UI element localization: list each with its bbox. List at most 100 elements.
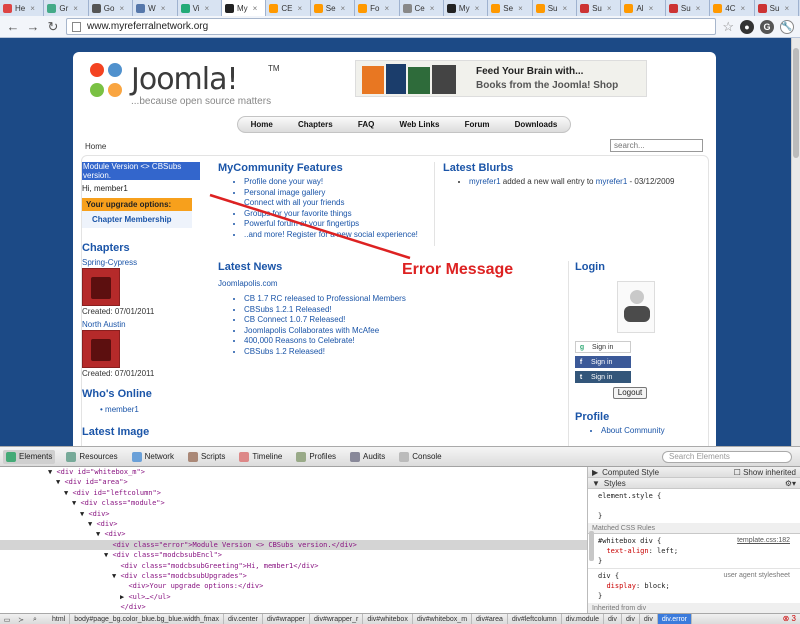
twitter-signin-button[interactable]: t Sign in — [575, 371, 631, 383]
tab-close-icon[interactable]: × — [518, 4, 523, 13]
dock-icon[interactable]: ▭ — [0, 616, 14, 624]
feature-item[interactable]: Connect with all your friends — [244, 198, 428, 209]
dom-breadcrumb-item[interactable]: div.error — [657, 613, 692, 624]
devtools-tab-elements[interactable]: Elements — [3, 449, 56, 464]
rule-source-link[interactable]: template.css:182 — [737, 536, 790, 546]
feature-item[interactable]: Groups for your favorite things — [244, 209, 428, 220]
devtools-tab-scripts[interactable]: Scripts — [185, 450, 228, 464]
dom-breadcrumb-item[interactable]: div.center — [224, 613, 263, 624]
dom-breadcrumb-item[interactable]: div#leftcolumn — [508, 613, 562, 624]
tab-close-icon[interactable]: × — [696, 4, 701, 13]
menu-item-downloads[interactable]: Downloads — [515, 120, 558, 129]
dom-node[interactable]: ▼ <div class="modcbsubEncl"> — [0, 550, 587, 560]
chapter-image[interactable] — [82, 268, 120, 306]
page-scrollbar[interactable] — [791, 38, 800, 446]
browser-tab[interactable]: Su × — [577, 0, 622, 16]
news-item-link[interactable]: CB 1.7 RC released to Professional Membe… — [244, 294, 558, 305]
rule-property[interactable]: display — [606, 582, 636, 590]
browser-tab[interactable]: 4C × — [710, 0, 755, 16]
dom-node[interactable]: ▼ <div> — [0, 519, 587, 529]
styles-gear-icon[interactable]: ⚙▾ — [785, 479, 796, 488]
dom-node[interactable]: <div>Your upgrade options:</div> — [0, 581, 587, 591]
feature-item[interactable]: Profile done your way! — [244, 177, 428, 188]
tab-close-icon[interactable]: × — [297, 4, 302, 13]
tab-close-icon[interactable]: × — [384, 4, 389, 13]
browser-tab[interactable]: Vi × — [177, 0, 222, 16]
dom-node[interactable]: ▼ <div> — [0, 509, 587, 519]
wrench-menu-icon[interactable]: 🔧 — [780, 19, 794, 34]
tab-close-icon[interactable]: × — [562, 4, 567, 13]
tab-close-icon[interactable]: × — [30, 4, 35, 13]
tab-close-icon[interactable]: × — [253, 4, 258, 13]
browser-tab[interactable]: CE × — [266, 0, 311, 16]
console-toggle-icon[interactable]: ≻ — [14, 616, 28, 624]
tab-close-icon[interactable]: × — [119, 4, 124, 13]
dom-breadcrumb-item[interactable]: div — [622, 613, 640, 624]
dom-breadcrumb-item[interactable]: body#page_bg.color_blue.bg_blue.width_fm… — [70, 613, 225, 624]
rule-value[interactable]: left; — [657, 547, 678, 555]
show-inherited-checkbox[interactable]: ☐ Show inherited — [734, 468, 796, 477]
dom-node[interactable]: <div class="modcbsubGreeting">Hi, member… — [0, 561, 587, 571]
tab-close-icon[interactable]: × — [607, 4, 612, 13]
browser-tab[interactable]: Su × — [665, 0, 711, 16]
tab-close-icon[interactable]: × — [649, 4, 654, 13]
dom-node[interactable]: ▼ <div id="area"> — [0, 477, 587, 487]
dom-breadcrumb-item[interactable]: html — [48, 613, 71, 624]
devtools-search-input[interactable]: Search Elements — [662, 451, 792, 463]
browser-tab[interactable]: W × — [133, 0, 178, 16]
browser-tab[interactable]: Ce × — [399, 0, 444, 16]
tab-close-icon[interactable]: × — [475, 4, 480, 13]
upgrade-item-link[interactable]: Chapter Membership — [82, 211, 192, 228]
dom-breadcrumb-item[interactable]: div.module — [562, 613, 604, 624]
devtools-tab-network[interactable]: Network — [129, 450, 177, 464]
menu-item-web-links[interactable]: Web Links — [400, 120, 440, 129]
tab-close-icon[interactable]: × — [73, 4, 78, 13]
error-count[interactable]: ⊗ 3 — [783, 614, 796, 623]
browser-tab[interactable]: Su × — [532, 0, 578, 16]
tab-close-icon[interactable]: × — [205, 4, 210, 13]
online-user-name[interactable]: member1 — [105, 405, 139, 414]
dom-node[interactable]: </div> — [0, 602, 587, 612]
dom-breadcrumb-item[interactable]: div#wrapper — [263, 613, 310, 624]
browser-tab[interactable]: Gr × — [44, 0, 89, 16]
inspect-icon[interactable]: ⌕ — [28, 616, 42, 624]
tab-close-icon[interactable]: × — [341, 4, 346, 13]
tab-close-icon[interactable]: × — [430, 4, 435, 13]
news-item-link[interactable]: CBSubs 1.2.1 Released! — [244, 305, 558, 316]
address-url[interactable]: www.myreferralnetwork.org — [87, 21, 208, 32]
dom-node[interactable]: ▼ <div class="module"> — [0, 498, 587, 508]
shop-banner[interactable]: Feed Your Brain with... Books from the J… — [355, 60, 647, 97]
dom-node[interactable]: ▼ <div id="leftcolumn"> — [0, 488, 587, 498]
bookmark-star-icon[interactable]: ☆ — [722, 19, 734, 35]
browser-tab[interactable]: My × — [221, 0, 267, 16]
menu-item-chapters[interactable]: Chapters — [298, 120, 333, 129]
news-source-link[interactable]: Joomlapolis.com — [218, 279, 558, 288]
address-bar[interactable]: www.myreferralnetwork.org — [66, 18, 717, 35]
facebook-signin-button[interactable]: f Sign in — [575, 356, 631, 368]
forward-arrow-icon[interactable]: → — [26, 19, 40, 34]
dom-node[interactable]: ▼ <div class="modcbsubUpgrades"> — [0, 571, 587, 581]
extension-icon[interactable]: ● — [740, 19, 754, 34]
devtools-tab-audits[interactable]: Audits — [347, 450, 388, 464]
breadcrumb[interactable]: Home — [85, 142, 106, 151]
joomla-logo[interactable]: Joomla! TM ...because open source matter… — [85, 60, 285, 110]
rule-property[interactable]: text-align — [606, 547, 648, 555]
tab-close-icon[interactable]: × — [740, 4, 745, 13]
browser-tab[interactable]: Se × — [310, 0, 356, 16]
dom-breadcrumb-item[interactable]: div#area — [472, 613, 508, 624]
dom-breadcrumb-item[interactable]: div#whitebox_m — [413, 613, 473, 624]
back-arrow-icon[interactable]: ← — [6, 19, 20, 34]
logout-button[interactable]: Logout — [613, 387, 647, 399]
dom-breadcrumb-item[interactable]: div — [604, 613, 622, 624]
menu-item-home[interactable]: Home — [251, 120, 273, 129]
blurb-user-link[interactable]: myrefer1 — [469, 177, 501, 186]
browser-tab[interactable]: Go × — [88, 0, 134, 16]
chapter-link[interactable]: North Austin — [82, 320, 204, 329]
google-signin-button[interactable]: g Sign in — [575, 341, 631, 353]
dom-breadcrumb-item[interactable]: div#whitebox — [363, 613, 413, 624]
browser-tab[interactable]: Al × — [621, 0, 666, 16]
feature-item[interactable]: ..and more! Register for a new social ex… — [244, 230, 428, 241]
extension-g-icon[interactable]: G — [760, 19, 774, 34]
chapter-link[interactable]: Spring-Cypress — [82, 258, 204, 267]
news-item-link[interactable]: CBSubs 1.2 Released! — [244, 347, 558, 358]
